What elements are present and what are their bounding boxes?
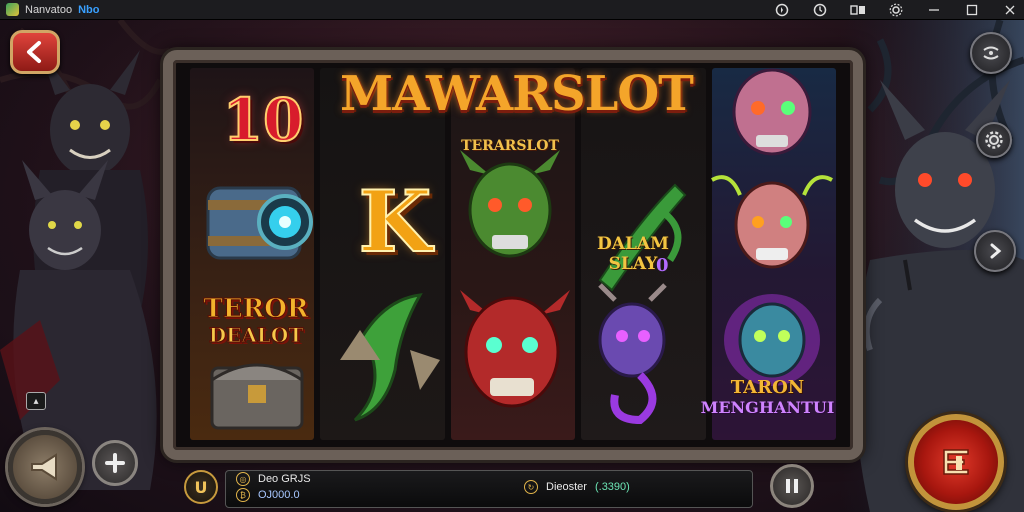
red-skull-symbol [460,290,570,408]
symbol-k: K [357,171,432,272]
game-logo: MAWARSLOT [340,66,694,122]
blue-horned-skull-symbol [732,68,812,156]
autoplay-button[interactable] [8,430,82,504]
plus-icon [105,453,125,473]
coin-button[interactable]: U [184,470,218,504]
bet-label: Deo GRJS [258,473,311,485]
win-label: Dieoster [546,481,587,493]
balance-value: OJ000.0 [258,489,300,501]
win-row: ↻ Dieoster (.3390) [524,480,630,494]
bet-label-row: ◎ Deo GRJS [236,472,311,486]
symbol-taron-line1: TARON [730,377,805,398]
coin-icon: ₿ [236,488,250,502]
symbol-teror-line1: TEROR [203,294,309,324]
spin-button[interactable] [908,414,1004,510]
pause-icon [786,479,798,493]
pink-horned-skull-symbol [711,175,833,269]
symbol-taron-line2: MENGHANTUI [700,398,835,417]
pause-button[interactable] [770,464,814,508]
win-icon: ↻ [524,480,538,494]
megaphone-icon [31,453,57,481]
game-logo-subtitle: TERARSLOT [461,138,559,154]
spin-glyph-icon [943,449,969,475]
balance-row: ₿ OJ000.0 [236,488,300,502]
symbol-number: 0 [656,255,669,276]
symbol-teror-dealot: TEROR DEALOT [196,296,316,348]
teal-ghost-skull-symbol [724,294,820,386]
purple-skull-symbol [598,283,667,425]
treasure-chest-symbol [210,363,304,430]
green-claw-symbol [340,293,440,422]
symbol-taron-menghantui: TARON MENGHANTUI [700,378,835,418]
info-toggle-icon[interactable]: ▴ [26,392,46,410]
win-value: (.3390) [594,481,630,493]
symbol-teror-line2: DEALOT [208,323,304,348]
green-skull-symbol [460,150,560,258]
treasure-canister-symbol [206,186,313,260]
stack-icon: ◎ [236,472,250,486]
coin-symbol: U [194,477,208,497]
symbol-ten: 10 [222,85,305,155]
increase-bet-button[interactable] [92,440,138,486]
symbol-dalam-slay: DALAM SLAY [597,234,669,274]
